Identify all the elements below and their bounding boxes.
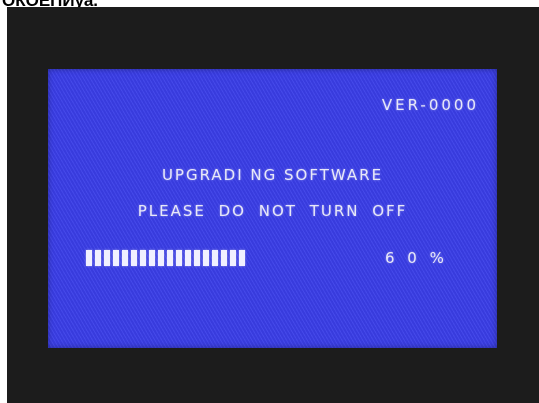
progress-segment (230, 250, 236, 266)
progress-segment (158, 250, 164, 266)
progress-segment (212, 250, 218, 266)
progress-segment (86, 250, 92, 266)
progress-segment (185, 250, 191, 266)
progress-segment (95, 250, 101, 266)
upgrade-screen: VER-0000 UPGRADI NG SOFTWARE PLEASE DO N… (48, 69, 497, 348)
progress-segment (149, 250, 155, 266)
page: { "caption": "ОКОЕПИуа.", "screen": { "v… (0, 0, 539, 403)
progress-segment (140, 250, 146, 266)
progress-segment (122, 250, 128, 266)
progress-bar (86, 250, 272, 266)
version-label: VER-0000 (381, 96, 479, 114)
progress-segment (113, 250, 119, 266)
progress-segment (203, 250, 209, 266)
progress-segment (221, 250, 227, 266)
upgrade-status-text: UPGRADI NG SOFTWARE (161, 166, 384, 184)
progress-segment (194, 250, 200, 266)
progress-percent: 6 0 % (385, 249, 448, 267)
progress-segment (176, 250, 182, 266)
progress-segment (104, 250, 110, 266)
progress-segment (131, 250, 137, 266)
progress-segment (167, 250, 173, 266)
warning-text: PLEASE DO NOT TURN OFF (137, 202, 408, 220)
progress-segment (239, 250, 245, 266)
